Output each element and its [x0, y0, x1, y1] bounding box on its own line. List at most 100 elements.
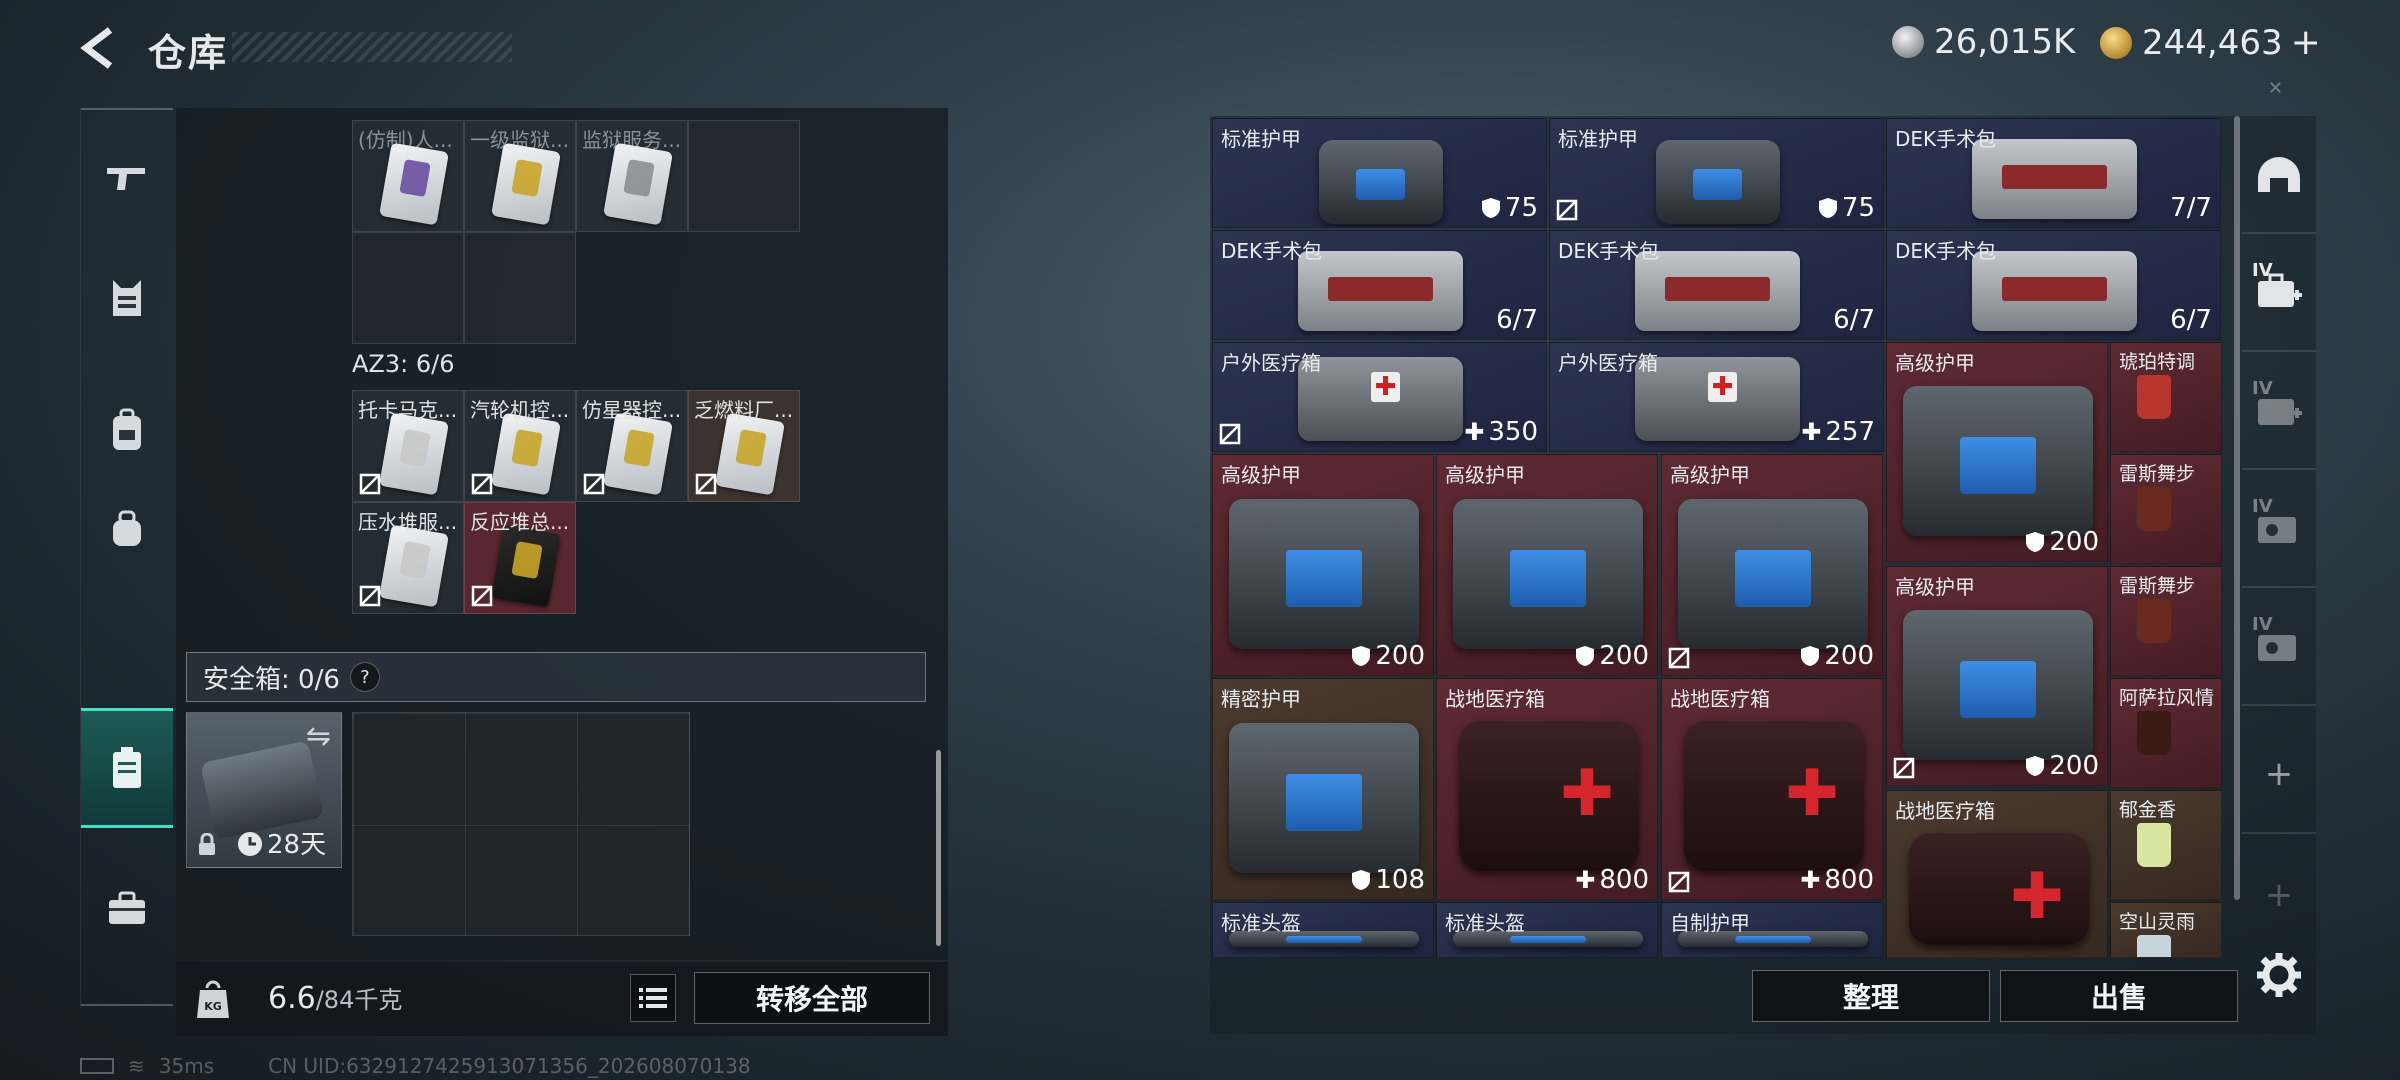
inventory-item[interactable]: 战地医疗箱 ✚800	[1661, 678, 1883, 900]
inventory-item[interactable]: 标准头盔	[1436, 902, 1658, 958]
item-name: 标准头盔	[1221, 911, 1301, 935]
armor-durability-icon	[1352, 646, 1371, 666]
item-value-text: 6/7	[2170, 305, 2212, 335]
weight-value: 6.6	[268, 981, 316, 1016]
inventory-item[interactable]: 户外医疗箱 ✚257	[1549, 342, 1884, 452]
inventory-item[interactable]: 高级护甲 200	[1661, 454, 1883, 676]
add-container-button-dim[interactable]: +	[2242, 836, 2316, 954]
nav-weapons[interactable]	[81, 118, 173, 238]
uid-text: CN UID:6329127425913071356_202608070138	[268, 1054, 751, 1078]
inventory-item[interactable]: 雷斯舞步	[2110, 454, 2222, 564]
nav-medical-case-iv[interactable]: IV	[2242, 234, 2316, 352]
item-name: (仿制)人...	[358, 128, 453, 152]
storage-item[interactable]: 汽轮机控...	[464, 390, 576, 502]
heal-plus-icon: ✚	[1575, 866, 1596, 894]
item-value: 75	[1818, 193, 1875, 223]
sort-button[interactable]: 整理	[1752, 970, 1990, 1022]
storage-item[interactable]: 监狱服务...	[576, 120, 688, 232]
item-name: 一级监狱...	[470, 128, 570, 152]
item-name: 雷斯舞步	[2119, 575, 2196, 597]
storage-item[interactable]: 托卡马克...	[352, 390, 464, 502]
nav-toolbox[interactable]	[81, 848, 173, 968]
gold-amount: 244,463	[2142, 22, 2283, 63]
storage-item[interactable]: 一级监狱...	[464, 120, 576, 232]
inventory-item[interactable]: DEK手术包 7/7	[1886, 118, 2221, 228]
inventory-item[interactable]: 高级护甲 200	[1886, 342, 2108, 562]
inventory-item[interactable]: 战地医疗箱	[1886, 790, 2108, 958]
inventory-item[interactable]: 自制护甲	[1661, 902, 1883, 958]
inventory-item[interactable]: DEK手术包 6/7	[1886, 230, 2221, 340]
item-name: DEK手术包	[1895, 127, 1997, 151]
nav-keycard-iv[interactable]: IV	[2242, 470, 2316, 588]
empty-slot[interactable]	[352, 232, 464, 344]
item-art	[379, 142, 449, 226]
item-value: 7/7	[2170, 193, 2212, 223]
inventory-item[interactable]: 标准护甲 75	[1549, 118, 1884, 228]
add-container-button[interactable]: +	[2242, 716, 2316, 834]
inventory-item[interactable]: 标准头盔	[1212, 902, 1434, 958]
storage-item[interactable]: 反应堆总...	[464, 502, 576, 614]
inventory-item[interactable]: 战地医疗箱 ✚800	[1436, 678, 1658, 900]
inventory-item[interactable]: 户外医疗箱 ✚350	[1212, 342, 1547, 452]
storage-scrollbar[interactable]	[936, 750, 941, 946]
empty-slot[interactable]	[464, 232, 576, 344]
gun-icon	[107, 168, 145, 190]
battery-icon	[80, 1058, 114, 1074]
inventory-item[interactable]: 高级护甲 200	[1886, 566, 2108, 786]
inventory-item[interactable]: 琥珀特调	[2110, 342, 2222, 452]
inventory-item[interactable]: 雷斯舞步	[2110, 566, 2222, 676]
item-art	[603, 142, 673, 226]
help-icon[interactable]: ?	[349, 662, 380, 692]
item-name: 精密护甲	[1221, 687, 1301, 711]
item-name: 汽轮机控...	[470, 398, 570, 422]
item-value: 200	[1351, 641, 1425, 671]
armor-art	[1903, 386, 2093, 536]
inventory-scrollbar[interactable]	[2234, 116, 2240, 900]
inventory-item[interactable]: 高级护甲 200	[1212, 454, 1434, 676]
settings-gear-icon[interactable]	[2256, 952, 2302, 998]
inventory-item[interactable]: DEK手术包 6/7	[1212, 230, 1547, 340]
helmet-icon	[2258, 157, 2300, 192]
inventory-item[interactable]: 空山灵雨	[2110, 902, 2222, 958]
no-loot-icon	[471, 473, 493, 495]
safe-box-slots[interactable]	[352, 712, 690, 936]
list-view-button[interactable]	[630, 974, 676, 1022]
empty-slot[interactable]	[688, 120, 800, 232]
item-value-text: 6/7	[1833, 305, 1875, 335]
close-icon[interactable]: ✕	[2268, 78, 2283, 99]
nav-medical-case-iv-dim[interactable]: IV	[2242, 352, 2316, 470]
item-value-text: 200	[2049, 751, 2099, 781]
container-az3-label: AZ3: 6/6	[352, 350, 455, 378]
armor-durability-icon	[1818, 198, 1837, 218]
storage-item[interactable]: 仿星器控...	[576, 390, 688, 502]
item-name: 仿星器控...	[582, 398, 682, 422]
transfer-all-button[interactable]: 转移全部	[694, 972, 930, 1024]
inventory-item[interactable]: 郁金香	[2110, 790, 2222, 900]
gold-currency[interactable]: 244,463 +	[2100, 22, 2321, 63]
field-medkit-art	[1459, 721, 1639, 871]
no-loot-icon	[695, 473, 717, 495]
nav-keycard-iv-2[interactable]: IV	[2242, 588, 2316, 706]
nav-armor[interactable]	[81, 238, 173, 358]
inventory-item[interactable]: 阿萨拉风情	[2110, 678, 2222, 788]
safe-box-item[interactable]: ⇋ 28天	[186, 712, 342, 868]
add-currency-button[interactable]: +	[2291, 22, 2321, 63]
item-value: 200	[1575, 641, 1649, 671]
inventory-item[interactable]: 标准护甲 75	[1212, 118, 1547, 228]
item-name: 阿萨拉风情	[2119, 687, 2215, 709]
nav-helmet[interactable]	[2242, 116, 2316, 234]
sell-button[interactable]: 出售	[2000, 970, 2238, 1022]
nav-safe-box[interactable]	[81, 708, 173, 828]
wifi-icon: ≋	[128, 1054, 145, 1078]
storage-item[interactable]: (仿制)人...	[352, 120, 464, 232]
inventory-item[interactable]: 高级护甲 200	[1436, 454, 1658, 676]
nav-bag[interactable]	[81, 468, 173, 588]
item-name: 空山灵雨	[2119, 911, 2196, 933]
storage-item[interactable]: 压水堆服...	[352, 502, 464, 614]
storage-item[interactable]: 乏燃料厂...	[688, 390, 800, 502]
inventory-item[interactable]: 精密护甲 108	[1212, 678, 1434, 900]
swap-icon[interactable]: ⇋	[306, 719, 331, 754]
back-arrow-icon[interactable]	[78, 26, 122, 70]
no-loot-icon	[1893, 757, 1915, 779]
inventory-item[interactable]: DEK手术包 6/7	[1549, 230, 1884, 340]
